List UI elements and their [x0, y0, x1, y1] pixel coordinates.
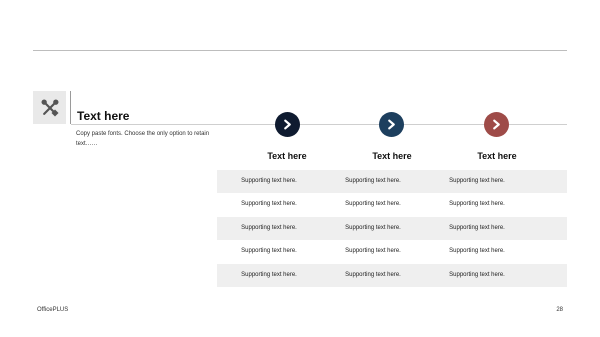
column-1-arrow-button[interactable] [275, 112, 300, 137]
slide: Text here Copy paste fonts. Choose the o… [0, 0, 600, 337]
table-cell: Supporting text here. [345, 271, 401, 278]
table-row: Supporting text here. Supporting text he… [217, 193, 567, 216]
supporting-table: Supporting text here. Supporting text he… [217, 170, 567, 287]
section-description: Copy paste fonts. Choose the only option… [76, 131, 210, 147]
top-divider [33, 50, 567, 51]
table-row: Supporting text here. Supporting text he… [217, 240, 567, 263]
table-cell: Supporting text here. [449, 201, 505, 208]
table-cell: Supporting text here. [241, 271, 297, 278]
chevron-right-icon [388, 119, 395, 130]
table-row: Supporting text here. Supporting text he… [217, 216, 567, 241]
column-3-arrow-button[interactable] [484, 112, 509, 137]
column-2-arrow-button[interactable] [379, 112, 404, 137]
table-cell: Supporting text here. [449, 271, 505, 278]
table-cell: Supporting text here. [345, 178, 401, 184]
table-cell: Supporting text here. [345, 201, 401, 208]
table-cell: Supporting text here. [449, 178, 505, 184]
table-cell: Supporting text here. [241, 248, 297, 255]
table-cell: Supporting text here. [241, 224, 297, 231]
column-1-title: Text here [267, 151, 307, 161]
tools-icon [41, 99, 59, 117]
chevron-right-icon [493, 119, 500, 130]
column-2-title: Text here [372, 151, 412, 161]
tools-icon-box [33, 91, 66, 124]
page-number: 28 [556, 307, 563, 313]
chevron-right-icon [284, 119, 291, 130]
footer-brand: OfficePLUS [37, 307, 69, 313]
table-cell: Supporting text here. [345, 224, 401, 231]
table-row: Supporting text here. Supporting text he… [217, 263, 567, 287]
table-cell: Supporting text here. [449, 224, 505, 231]
vertical-divider [70, 91, 71, 124]
table-cell: Supporting text here. [241, 178, 297, 184]
table-cell: Supporting text here. [345, 248, 401, 255]
table-row: Supporting text here. Supporting text he… [217, 170, 567, 194]
table-cell: Supporting text here. [449, 248, 505, 255]
table-cell: Supporting text here. [241, 201, 297, 208]
section-title: Text here [77, 109, 130, 123]
column-3-title: Text here [477, 151, 517, 161]
